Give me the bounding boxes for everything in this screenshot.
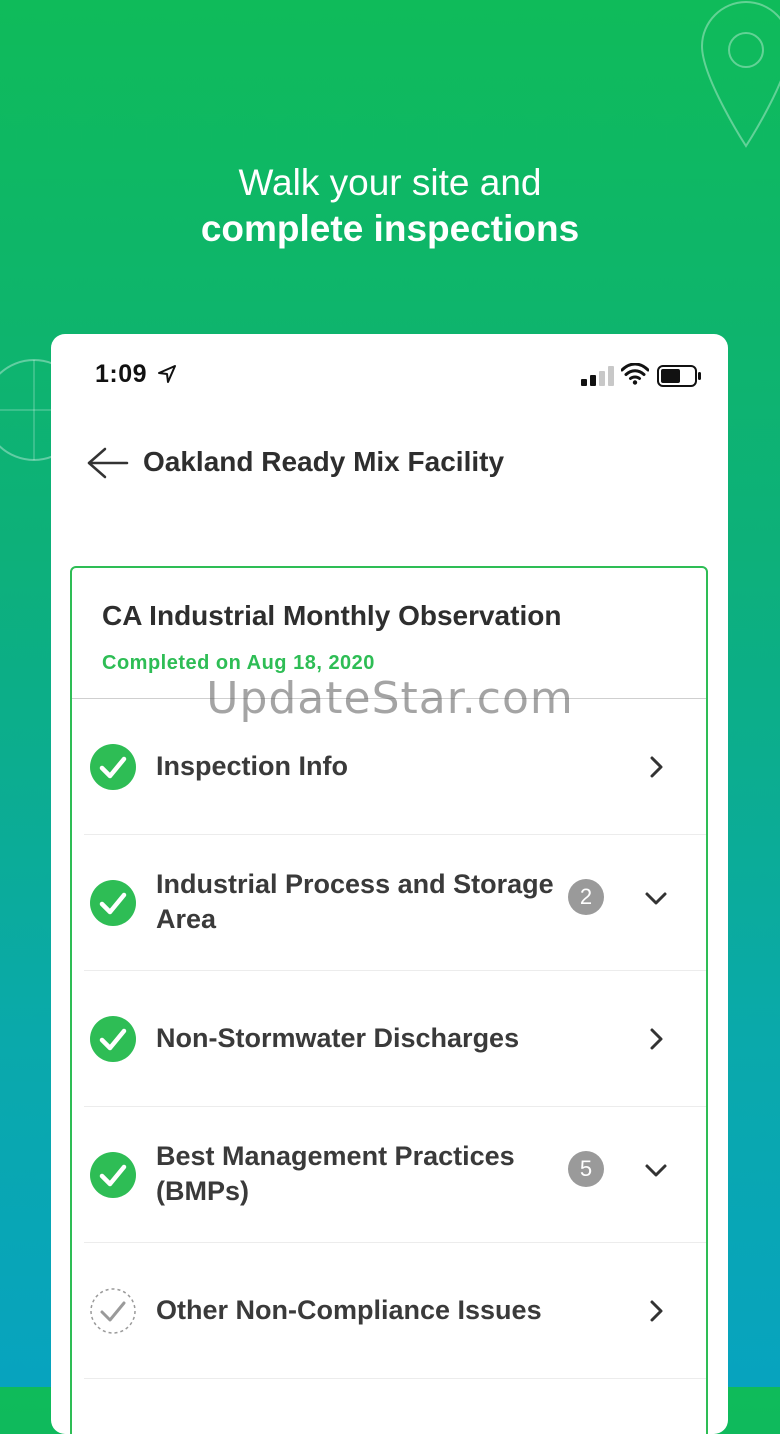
section-label: Inspection Info [156, 751, 348, 781]
chevron-down-icon[interactable] [644, 1158, 668, 1182]
section-label: Non-Stormwater Discharges [156, 1023, 520, 1053]
location-arrow-icon [158, 365, 176, 383]
section-label: Best Management Practices (BMPs) [156, 1141, 515, 1206]
chevron-right-icon [650, 756, 663, 778]
section-label: Industrial Process and Storage Area [156, 869, 554, 934]
promo-line-1: Walk your site and [238, 162, 542, 203]
promo-line-2: complete inspections [200, 208, 580, 249]
count-badge: 5 [568, 1151, 604, 1187]
check-circle-icon [90, 880, 136, 926]
count-badge: 2 [568, 879, 604, 915]
promo-headline: Walk your site and complete inspections [0, 160, 780, 252]
chevron-down-icon[interactable] [644, 886, 668, 910]
inspection-card: CA Industrial Monthly Observation Comple… [70, 566, 708, 1434]
check-circle-icon [90, 744, 136, 790]
battery-icon [657, 365, 701, 387]
section-label: Other Non-Compliance Issues [156, 1295, 542, 1325]
inspection-title: CA Industrial Monthly Observation [102, 600, 562, 631]
device-screen: 1:09 Oakland Ready Mix Facility CA Indus… [51, 334, 728, 1434]
wifi-icon [621, 363, 649, 385]
status-time: 1:09 [95, 360, 148, 388]
back-arrow-icon[interactable] [85, 446, 129, 480]
status-bar: 1:09 [51, 358, 728, 394]
section-row-bmps[interactable]: Best Management Practices (BMPs) 5 [72, 1107, 706, 1243]
row-divider [84, 1378, 706, 1379]
section-row-industrial-process[interactable]: Industrial Process and Storage Area 2 [72, 835, 706, 971]
page-title: Oakland Ready Mix Facility [143, 446, 505, 477]
card-header: CA Industrial Monthly Observation Comple… [72, 568, 706, 699]
pending-check-icon [90, 1288, 136, 1334]
completion-date: Completed on Aug 18, 2020 [102, 652, 375, 674]
check-circle-icon [90, 1152, 136, 1198]
chevron-right-icon [650, 1028, 663, 1050]
chevron-right-icon [650, 1300, 663, 1322]
section-row-other-non-compliance[interactable]: Other Non-Compliance Issues [72, 1243, 706, 1379]
nav-header: Oakland Ready Mix Facility [51, 438, 728, 488]
section-row-inspection-info[interactable]: Inspection Info [72, 699, 706, 835]
section-row-non-stormwater[interactable]: Non-Stormwater Discharges [72, 971, 706, 1107]
map-pin-icon [700, 0, 780, 148]
check-circle-icon [90, 1016, 136, 1062]
cellular-signal-icon [581, 366, 614, 386]
